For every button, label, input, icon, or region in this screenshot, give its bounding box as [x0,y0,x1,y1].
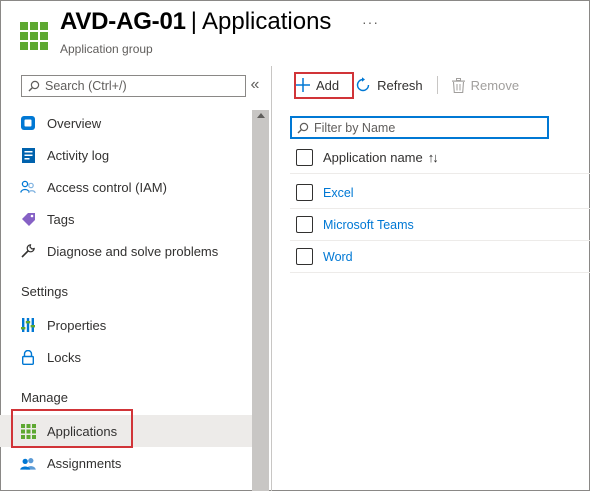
collapse-sidebar-button[interactable]: « [248,76,262,94]
row-checkbox[interactable] [296,184,313,201]
add-button[interactable]: Add [290,70,345,100]
column-header-label: Application name [323,150,423,165]
filter-box[interactable] [290,116,549,139]
refresh-icon [356,77,370,92]
sidebar-item-label: Diagnose and solve problems [47,243,219,259]
sidebar-divider [271,66,272,491]
wrench-icon [20,243,36,259]
select-all-checkbox[interactable] [296,149,313,166]
table-header-row: Application name ↑↓ [290,142,590,174]
tag-icon [20,211,36,227]
row-checkbox[interactable] [296,248,313,265]
sidebar-item-access-control[interactable]: Access control (IAM) [0,171,252,203]
sidebar-item-applications[interactable]: Applications [0,415,252,447]
sidebar-item-label: Locks [47,349,81,365]
command-bar: Add Refresh Remove [290,70,525,100]
toolbar-divider [436,76,438,94]
remove-button[interactable]: Remove [446,70,525,100]
lock-icon [20,349,36,365]
sidebar-item-tags[interactable]: Tags [0,203,252,235]
table-row: Microsoft Teams [290,209,590,241]
grid-icon [20,423,36,439]
sidebar-item-label: Overview [47,115,102,131]
section-header-settings: Settings [21,284,68,299]
sidebar-item-label: Activity log [47,147,110,163]
sidebar-item-properties[interactable]: Properties [0,309,252,341]
sort-icon[interactable]: ↑↓ [428,150,439,165]
application-link[interactable]: Excel [323,186,354,200]
sidebar-item-diagnose[interactable]: Diagnose and solve problems [0,235,252,267]
sidebar-item-overview[interactable]: Overview [0,107,252,139]
properties-icon [20,317,36,333]
plus-icon [296,78,310,92]
title-separator: | [190,8,198,35]
application-link[interactable]: Microsoft Teams [323,218,414,232]
sidebar-search-input[interactable] [45,79,245,93]
overview-icon [20,115,36,131]
users-icon [20,455,36,471]
refresh-button[interactable]: Refresh [349,70,429,100]
table-row: Excel [290,177,590,209]
search-icon [297,122,309,133]
sidebar-scrollbar[interactable] [252,110,269,491]
section-header-manage: Manage [21,390,68,405]
sidebar-item-locks[interactable]: Locks [0,341,252,373]
filter-by-name-input[interactable] [314,120,534,135]
sidebar-item-label: Assignments [47,455,122,471]
row-checkbox[interactable] [296,216,313,233]
resource-type: Application group [60,42,153,56]
sidebar-item-activity-log[interactable]: Activity log [0,139,252,171]
activity-log-icon [20,147,36,163]
scroll-up-arrow-icon[interactable] [252,112,269,122]
people-icon [20,179,36,195]
table-row: Word [290,241,590,273]
sidebar-item-assignments[interactable]: Assignments [0,447,252,479]
blade-name: Applications [202,8,332,35]
resource-name: AVD-AG-01 [60,8,186,35]
sidebar-item-label: Access control (IAM) [47,179,167,195]
refresh-button-label: Refresh [377,77,423,93]
remove-button-label: Remove [470,77,520,93]
more-options-button[interactable]: ··· [362,14,379,30]
sidebar-item-label: Applications [47,423,118,439]
column-header-application-name[interactable]: Application name ↑↓ [323,150,439,165]
sidebar-search[interactable] [21,75,246,97]
sidebar-item-label: Properties [47,317,107,333]
application-group-icon [20,22,48,50]
page-header: AVD-AG-01 | Applications ··· Application… [0,0,590,64]
add-button-label: Add [316,77,340,93]
application-link[interactable]: Word [323,250,353,264]
trash-icon [451,77,465,93]
sidebar-item-label: Tags [47,211,75,227]
page-title: AVD-AG-01 | Applications [60,8,331,36]
search-icon [28,80,40,92]
